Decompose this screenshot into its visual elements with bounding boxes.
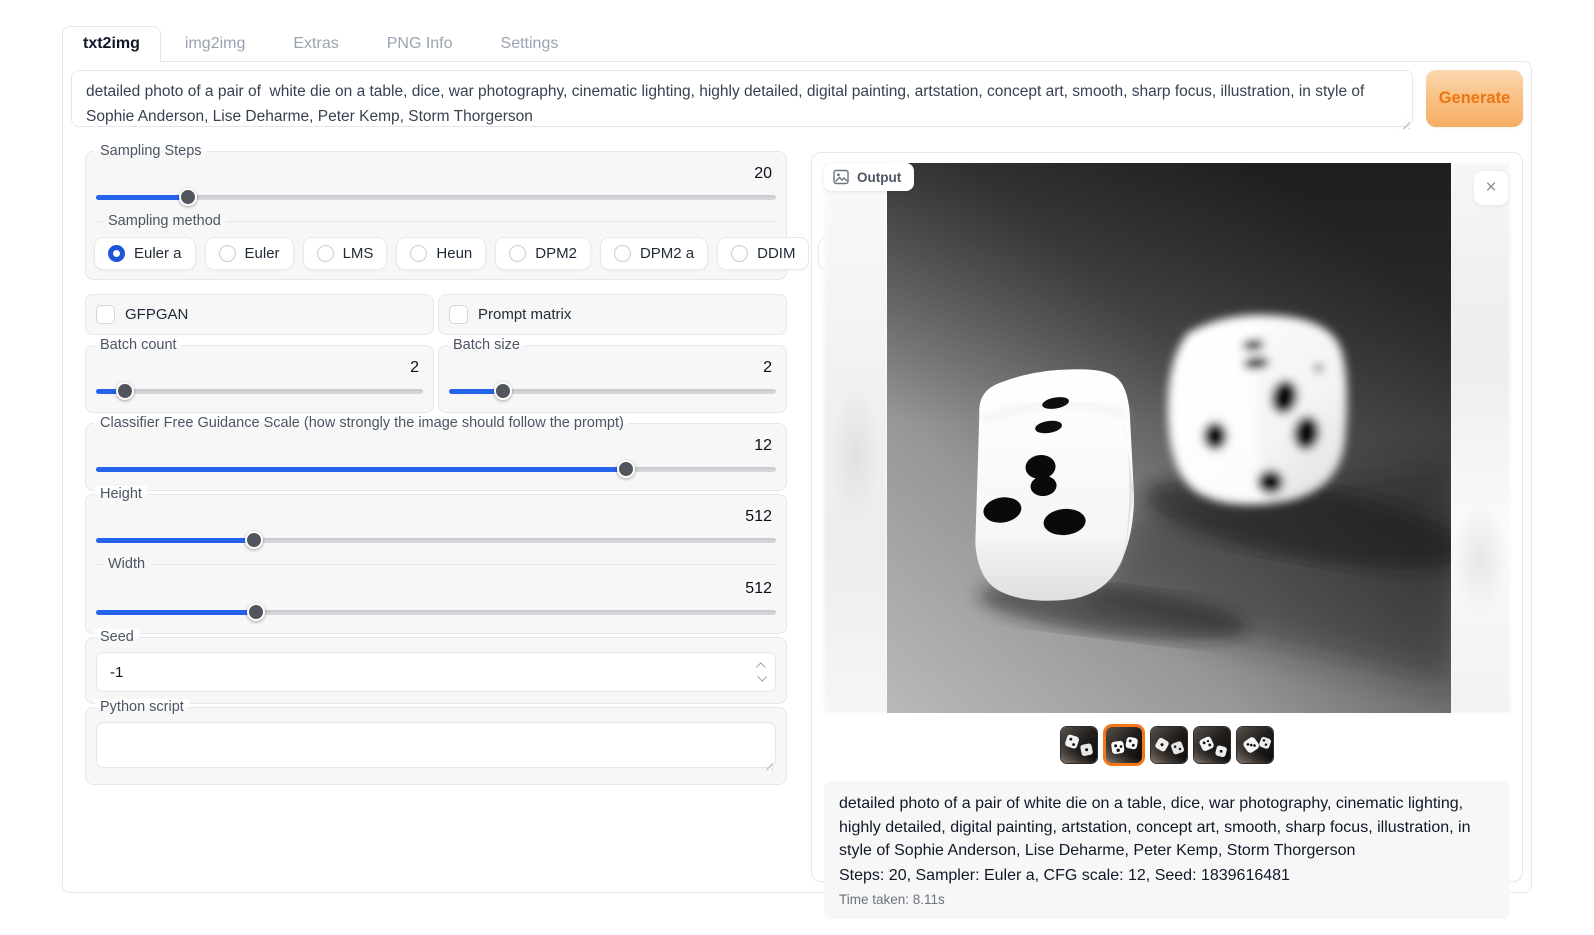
thumbnail-1[interactable] xyxy=(1060,726,1098,764)
settings-column: Sampling Steps 20 Sampling method Euler … xyxy=(71,145,787,882)
generated-image[interactable] xyxy=(887,163,1451,713)
image-icon xyxy=(833,169,849,185)
checkbox-icon xyxy=(449,305,468,324)
radio-icon xyxy=(219,245,236,262)
tab-png-info[interactable]: PNG Info xyxy=(363,27,477,61)
gfpgan-checkbox[interactable]: GFPGAN xyxy=(85,294,434,335)
batch-size-label: Batch size xyxy=(448,337,525,353)
thumbnail-4[interactable] xyxy=(1193,726,1231,764)
sampling-panel: Sampling Steps 20 Sampling method Euler … xyxy=(85,151,787,280)
sampler-option-ddim[interactable]: DDIM xyxy=(717,237,809,270)
cfg-label: Classifier Free Guidance Scale (how stro… xyxy=(95,415,629,431)
seed-panel: Seed xyxy=(85,637,787,704)
tab-settings[interactable]: Settings xyxy=(477,27,583,61)
height-label: Height xyxy=(95,486,147,502)
txt2img-panel: Generate Sampling Steps 20 Sampling meth… xyxy=(62,61,1532,893)
result-prompt-text: detailed photo of a pair of white die on… xyxy=(839,792,1495,863)
options-grid: GFPGAN Prompt matrix Batch count 2 xyxy=(85,294,787,413)
output-panel: Output × xyxy=(811,152,1523,882)
height-slider[interactable] xyxy=(96,532,776,548)
seed-label: Seed xyxy=(95,629,139,645)
radio-icon xyxy=(731,245,748,262)
gallery-prev-image[interactable] xyxy=(824,163,887,713)
sampler-option-euler-a[interactable]: Euler a xyxy=(94,237,196,270)
sampling-steps-slider[interactable] xyxy=(96,189,776,205)
generation-info: detailed photo of a pair of white die on… xyxy=(824,781,1510,919)
output-label-chip: Output xyxy=(824,163,914,191)
thumbnail-2-selected[interactable] xyxy=(1103,724,1145,766)
radio-icon xyxy=(108,245,125,262)
tab-img2img[interactable]: img2img xyxy=(161,27,269,61)
dimensions-panel: Height 512 Width 512 xyxy=(85,494,787,634)
thumbnail-3[interactable] xyxy=(1150,726,1188,764)
cfg-slider[interactable] xyxy=(96,461,776,477)
prompt-input[interactable] xyxy=(71,70,1413,127)
tab-bar: txt2img img2img Extras PNG Info Settings xyxy=(62,25,1532,61)
tab-txt2img[interactable]: txt2img xyxy=(62,26,161,62)
seed-input[interactable] xyxy=(96,652,776,692)
generate-button[interactable]: Generate xyxy=(1426,70,1523,127)
app-root: txt2img img2img Extras PNG Info Settings… xyxy=(0,0,1594,935)
sampler-option-dpm2[interactable]: DPM2 xyxy=(495,237,591,270)
batch-count-slider[interactable] xyxy=(96,383,423,399)
batch-count-label: Batch count xyxy=(95,337,182,353)
width-label: Width xyxy=(94,556,778,572)
radio-icon xyxy=(614,245,631,262)
batch-size-panel: Batch size 2 xyxy=(438,345,787,413)
slider-thumb[interactable] xyxy=(494,382,512,400)
sampler-option-heun[interactable]: Heun xyxy=(396,237,486,270)
close-icon[interactable]: × xyxy=(1474,171,1508,205)
result-params-text: Steps: 20, Sampler: Euler a, CFG scale: … xyxy=(839,864,1495,888)
radio-icon xyxy=(410,245,427,262)
radio-icon xyxy=(317,245,334,262)
prompt-matrix-checkbox[interactable]: Prompt matrix xyxy=(438,294,787,335)
number-spinner[interactable] xyxy=(751,657,771,687)
slider-thumb[interactable] xyxy=(245,531,263,549)
sampler-option-dpm2-a[interactable]: DPM2 a xyxy=(600,237,708,270)
chevron-down-icon[interactable] xyxy=(757,672,767,682)
cfg-panel: Classifier Free Guidance Scale (how stro… xyxy=(85,423,787,491)
gallery-next-image[interactable] xyxy=(1450,163,1510,713)
sampling-steps-label: Sampling Steps xyxy=(95,143,207,159)
thumbnail-5[interactable] xyxy=(1236,726,1274,764)
width-slider[interactable] xyxy=(96,604,776,620)
batch-count-panel: Batch count 2 xyxy=(85,345,434,413)
slider-thumb[interactable] xyxy=(116,382,134,400)
checkbox-icon xyxy=(96,305,115,324)
sampling-method-label: Sampling method xyxy=(94,213,778,229)
sampler-option-euler[interactable]: Euler xyxy=(205,237,294,270)
chevron-up-icon[interactable] xyxy=(755,662,765,672)
result-time-text: Time taken: 8.11s xyxy=(839,892,1495,907)
slider-thumb[interactable] xyxy=(179,188,197,206)
slider-thumb[interactable] xyxy=(247,603,265,621)
sampler-option-lms[interactable]: LMS xyxy=(303,237,388,270)
radio-icon xyxy=(509,245,526,262)
python-script-label: Python script xyxy=(95,699,189,715)
sampling-steps-value: 20 xyxy=(94,165,778,185)
gallery-stage: Output × xyxy=(824,163,1510,713)
batch-size-slider[interactable] xyxy=(449,383,776,399)
sampling-method-group: Euler a Euler LMS Heun DPM2 DPM2 a DDIM … xyxy=(94,237,778,270)
python-script-panel: Python script xyxy=(85,707,787,785)
slider-thumb[interactable] xyxy=(617,460,635,478)
tab-extras[interactable]: Extras xyxy=(269,27,362,61)
python-script-input[interactable] xyxy=(96,722,776,768)
gallery-thumbnails xyxy=(824,723,1510,767)
